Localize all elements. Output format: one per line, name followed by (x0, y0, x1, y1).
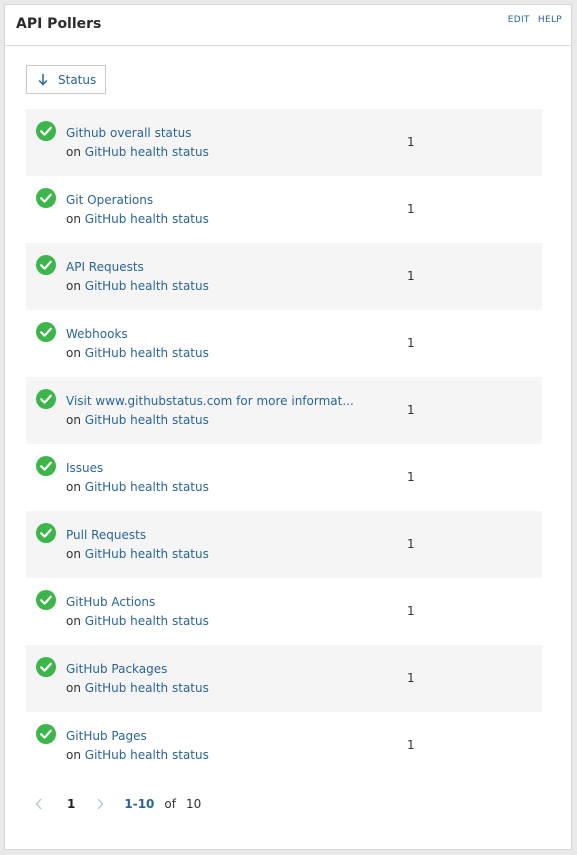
poller-subtitle: on GitHub health status (66, 681, 209, 695)
source-prefix: on (66, 480, 81, 494)
source-link[interactable]: GitHub health status (85, 279, 209, 293)
poller-row: Git Operations on GitHub health status 1 (26, 176, 542, 243)
source-prefix: on (66, 279, 81, 293)
header-actions: EDIT HELP (503, 15, 562, 25)
source-prefix: on (66, 748, 81, 762)
pagination: 1 1-10 of 10 (35, 795, 201, 813)
poller-subtitle: on GitHub health status (66, 212, 209, 226)
poller-count: 1 (407, 336, 415, 350)
poller-title[interactable]: GitHub Actions (66, 595, 155, 609)
poller-subtitle: on GitHub health status (66, 346, 209, 360)
help-link[interactable]: HELP (538, 15, 562, 25)
panel-title: API Pollers (16, 16, 102, 32)
poller-row: GitHub Pages on GitHub health status 1 (26, 712, 542, 779)
poller-count: 1 (407, 738, 415, 752)
poller-count: 1 (407, 135, 415, 149)
poller-row: Issues on GitHub health status 1 (26, 444, 542, 511)
poller-subtitle: on GitHub health status (66, 145, 209, 159)
source-link[interactable]: GitHub health status (85, 614, 209, 628)
check-circle-icon (36, 188, 56, 208)
poller-row: Visit www.githubstatus.com for more info… (26, 377, 542, 444)
poller-subtitle: on GitHub health status (66, 279, 209, 293)
poller-row: Github overall status on GitHub health st… (26, 109, 542, 176)
source-prefix: on (66, 413, 81, 427)
poller-list: Github overall status on GitHub health st… (26, 109, 542, 779)
source-link[interactable]: GitHub health status (85, 346, 209, 360)
check-circle-icon (36, 255, 56, 275)
source-link[interactable]: GitHub health status (85, 681, 209, 695)
poller-count: 1 (407, 537, 415, 551)
poller-subtitle: on GitHub health status (66, 480, 209, 494)
poller-subtitle: on GitHub health status (66, 748, 209, 762)
next-page-button[interactable] (96, 798, 104, 810)
source-link[interactable]: GitHub health status (85, 748, 209, 762)
poller-title[interactable]: Github overall status (66, 126, 191, 140)
total-count: 10 (185, 797, 202, 811)
source-link[interactable]: GitHub health status (85, 480, 209, 494)
check-circle-icon (36, 121, 56, 141)
check-circle-icon (36, 724, 56, 744)
poller-title[interactable]: Visit www.githubstatus.com for more info… (66, 394, 354, 408)
poller-title[interactable]: Pull Requests (66, 528, 146, 542)
poller-count: 1 (407, 671, 415, 685)
poller-title[interactable]: Webhooks (66, 327, 128, 341)
prev-page-button[interactable] (35, 798, 43, 810)
poller-count: 1 (407, 202, 415, 216)
source-prefix: on (66, 547, 81, 561)
source-prefix: on (66, 681, 81, 695)
sort-status-button[interactable]: Status (26, 65, 106, 94)
poller-subtitle: on GitHub health status (66, 413, 209, 427)
check-circle-icon (36, 322, 56, 342)
check-circle-icon (36, 389, 56, 409)
poller-count: 1 (407, 470, 415, 484)
poller-row: Webhooks on GitHub health status 1 (26, 310, 542, 377)
source-link[interactable]: GitHub health status (85, 413, 209, 427)
chevron-left-icon (35, 798, 42, 810)
poller-row: GitHub Actions on GitHub health status 1 (26, 578, 542, 645)
poller-title[interactable]: GitHub Packages (66, 662, 167, 676)
poller-title[interactable]: Git Operations (66, 193, 153, 207)
page-range: 1-10 (124, 797, 155, 811)
poller-subtitle: on GitHub health status (66, 547, 209, 561)
sort-label: Status (58, 72, 97, 87)
arrow-down-icon (38, 74, 48, 86)
source-link[interactable]: GitHub health status (85, 547, 209, 561)
source-prefix: on (66, 145, 81, 159)
chevron-right-icon (97, 798, 104, 810)
check-circle-icon (36, 456, 56, 476)
poller-count: 1 (407, 403, 415, 417)
panel-header: API Pollers EDIT HELP (5, 5, 571, 46)
poller-count: 1 (407, 604, 415, 618)
edit-link[interactable]: EDIT (508, 15, 530, 25)
source-prefix: on (66, 614, 81, 628)
check-circle-icon (36, 590, 56, 610)
poller-count: 1 (407, 269, 415, 283)
poller-row: Pull Requests on GitHub health status 1 (26, 511, 542, 578)
poller-title[interactable]: Issues (66, 461, 103, 475)
check-circle-icon (36, 657, 56, 677)
source-link[interactable]: GitHub health status (85, 145, 209, 159)
poller-row: GitHub Packages on GitHub health status 1 (26, 645, 542, 712)
check-circle-icon (36, 523, 56, 543)
of-label: of (164, 797, 176, 811)
poller-title[interactable]: API Requests (66, 260, 144, 274)
poller-title[interactable]: GitHub Pages (66, 729, 147, 743)
source-prefix: on (66, 346, 81, 360)
source-link[interactable]: GitHub health status (85, 212, 209, 226)
poller-row: API Requests on GitHub health status 1 (26, 243, 542, 310)
current-page[interactable]: 1 (67, 797, 75, 811)
source-prefix: on (66, 212, 81, 226)
poller-subtitle: on GitHub health status (66, 614, 209, 628)
